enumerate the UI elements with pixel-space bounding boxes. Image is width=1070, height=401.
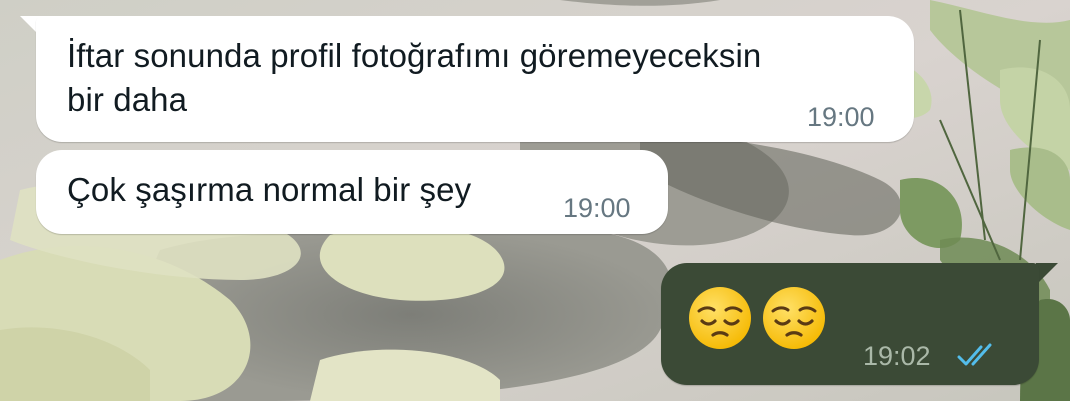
message-timestamp: 19:02 <box>863 341 931 371</box>
incoming-message-bubble[interactable]: Çok şaşırma normal bir şey 19:00 <box>36 150 668 234</box>
message-timestamp: 19:00 <box>563 193 631 223</box>
message-text: Çok şaşırma normal bir şey <box>67 171 472 208</box>
pensive-face-emoji <box>689 287 751 349</box>
emoji-content <box>687 285 827 351</box>
pensive-face-emoji <box>763 287 825 349</box>
double-check-read-icon <box>957 343 992 366</box>
outgoing-message-bubble[interactable]: 19:02 <box>661 263 1039 385</box>
incoming-message-bubble[interactable]: İftar sonunda profil fotoğrafımı göremey… <box>36 16 914 142</box>
message-timestamp: 19:00 <box>807 102 875 132</box>
message-text: İftar sonunda profil fotoğrafımı göremey… <box>67 37 762 118</box>
outgoing-bubble-tail <box>1036 263 1058 285</box>
